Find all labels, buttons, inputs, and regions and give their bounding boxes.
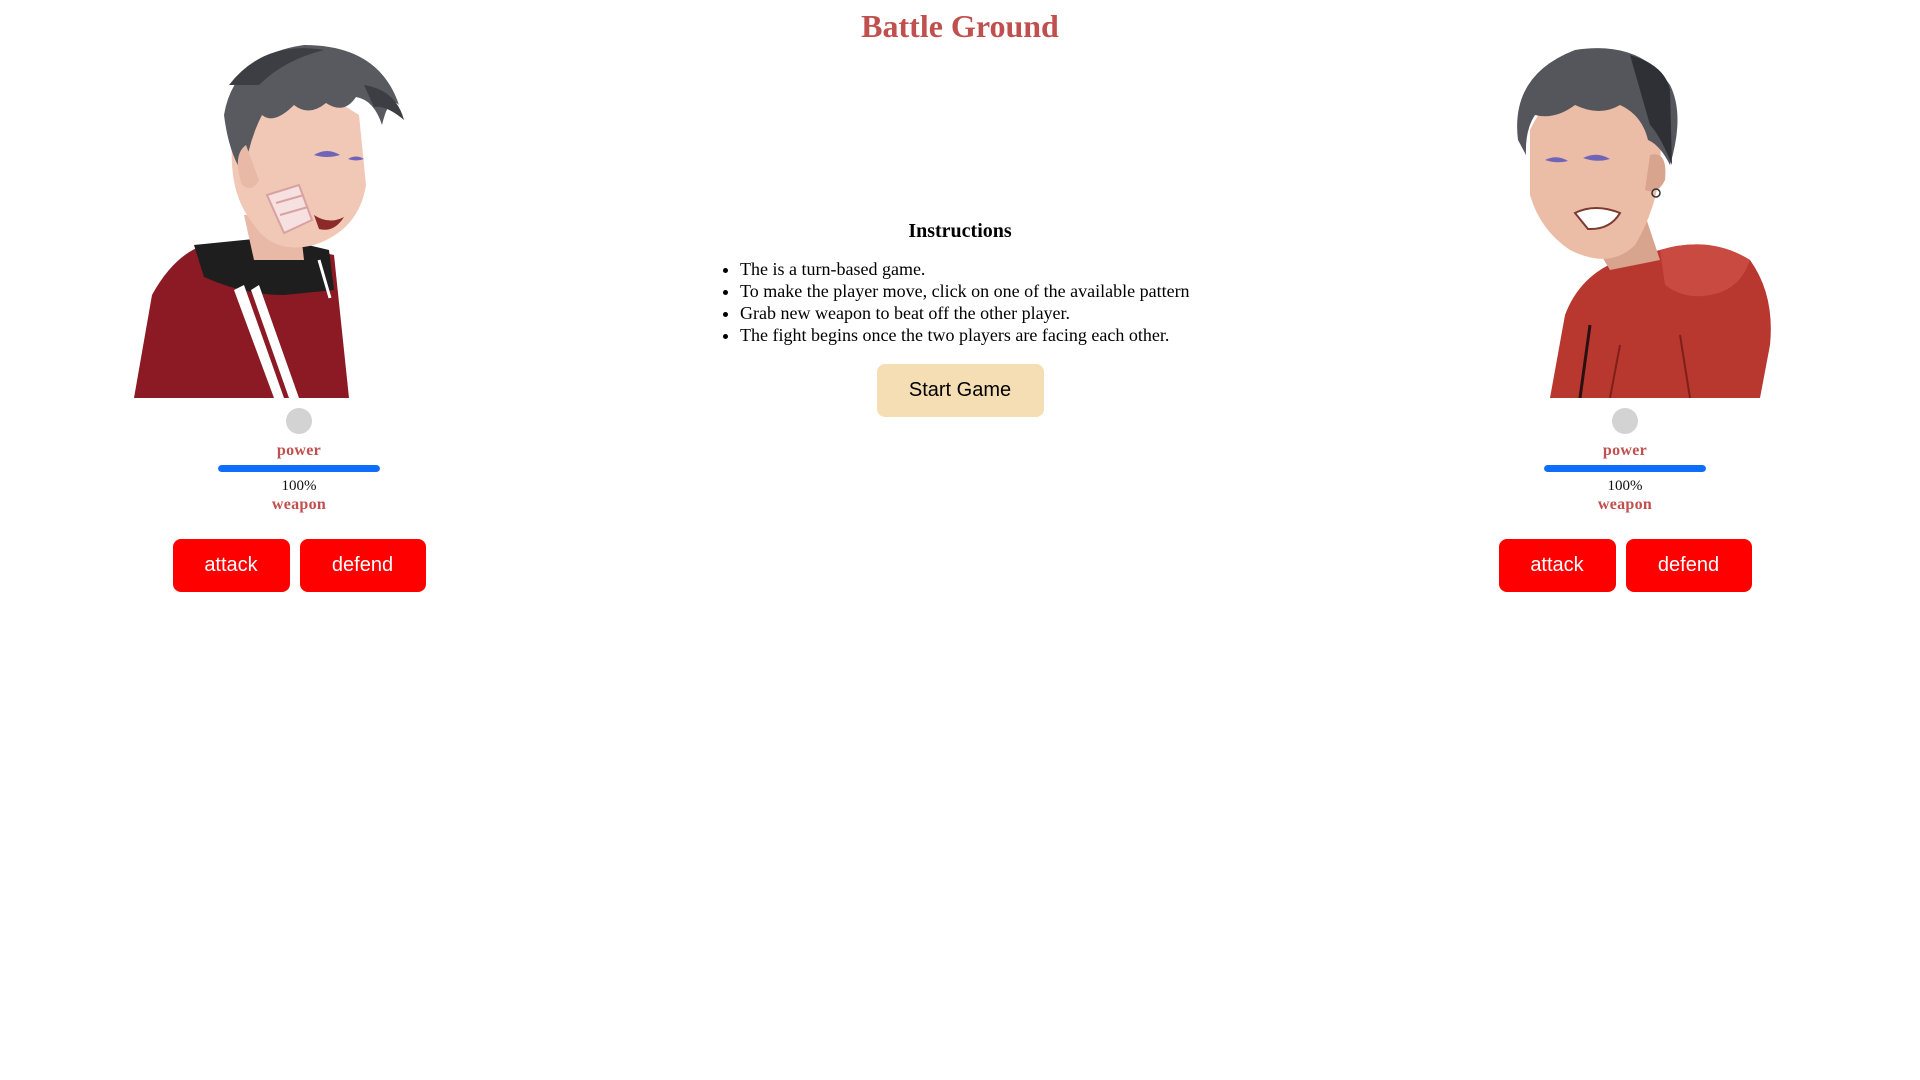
instruction-item: Grab new weapon to beat off the other pl… bbox=[740, 302, 1220, 324]
player-one-power-label: power bbox=[276, 442, 322, 459]
player-one-avatar-icon bbox=[134, 45, 404, 398]
player-one-power-fill bbox=[218, 465, 380, 472]
instruction-item: The is a turn-based game. bbox=[740, 258, 1220, 280]
player-one-actions: attack defend bbox=[134, 539, 464, 592]
player-one-defend-button[interactable]: defend bbox=[299, 539, 426, 592]
player-two-weapon-label: weapon bbox=[1597, 496, 1653, 513]
player-one-portrait bbox=[134, 45, 464, 398]
player-one-power-value: 100% bbox=[281, 478, 317, 494]
instructions-panel: Instructions The is a turn-based game. T… bbox=[700, 218, 1220, 417]
player-two-power-fill bbox=[1544, 465, 1706, 472]
instructions-list: The is a turn-based game. To make the pl… bbox=[700, 258, 1220, 346]
player-one-power-bar bbox=[218, 465, 380, 472]
player-two-defend-button[interactable]: defend bbox=[1625, 539, 1752, 592]
instruction-item: To make the player move, click on one of… bbox=[740, 280, 1220, 302]
player-one-attack-button[interactable]: attack bbox=[172, 539, 290, 592]
page-title: Battle Ground bbox=[861, 8, 1059, 44]
player-two-avatar-icon bbox=[1517, 48, 1771, 398]
player-two-attack-button[interactable]: attack bbox=[1498, 539, 1616, 592]
instructions-heading: Instructions bbox=[908, 220, 1012, 242]
player-two-panel: power 100% weapon attack defend bbox=[1460, 45, 1790, 592]
player-two-turn-indicator bbox=[1612, 408, 1638, 434]
player-two-power-value: 100% bbox=[1607, 478, 1643, 494]
player-two-actions: attack defend bbox=[1460, 539, 1790, 592]
game-page: Battle Ground power 100% weapon attack d… bbox=[0, 0, 1920, 1080]
player-two-power-label: power bbox=[1602, 442, 1648, 459]
start-game-button[interactable]: Start Game bbox=[876, 364, 1044, 417]
start-button-wrap: Start Game bbox=[700, 364, 1220, 417]
player-one-weapon-label: weapon bbox=[271, 496, 327, 513]
player-two-power-bar bbox=[1544, 465, 1706, 472]
instruction-item: The fight begins once the two players ar… bbox=[740, 324, 1220, 346]
player-one-panel: power 100% weapon attack defend bbox=[134, 45, 464, 592]
player-two-portrait bbox=[1460, 45, 1790, 398]
player-one-turn-indicator bbox=[286, 408, 312, 434]
